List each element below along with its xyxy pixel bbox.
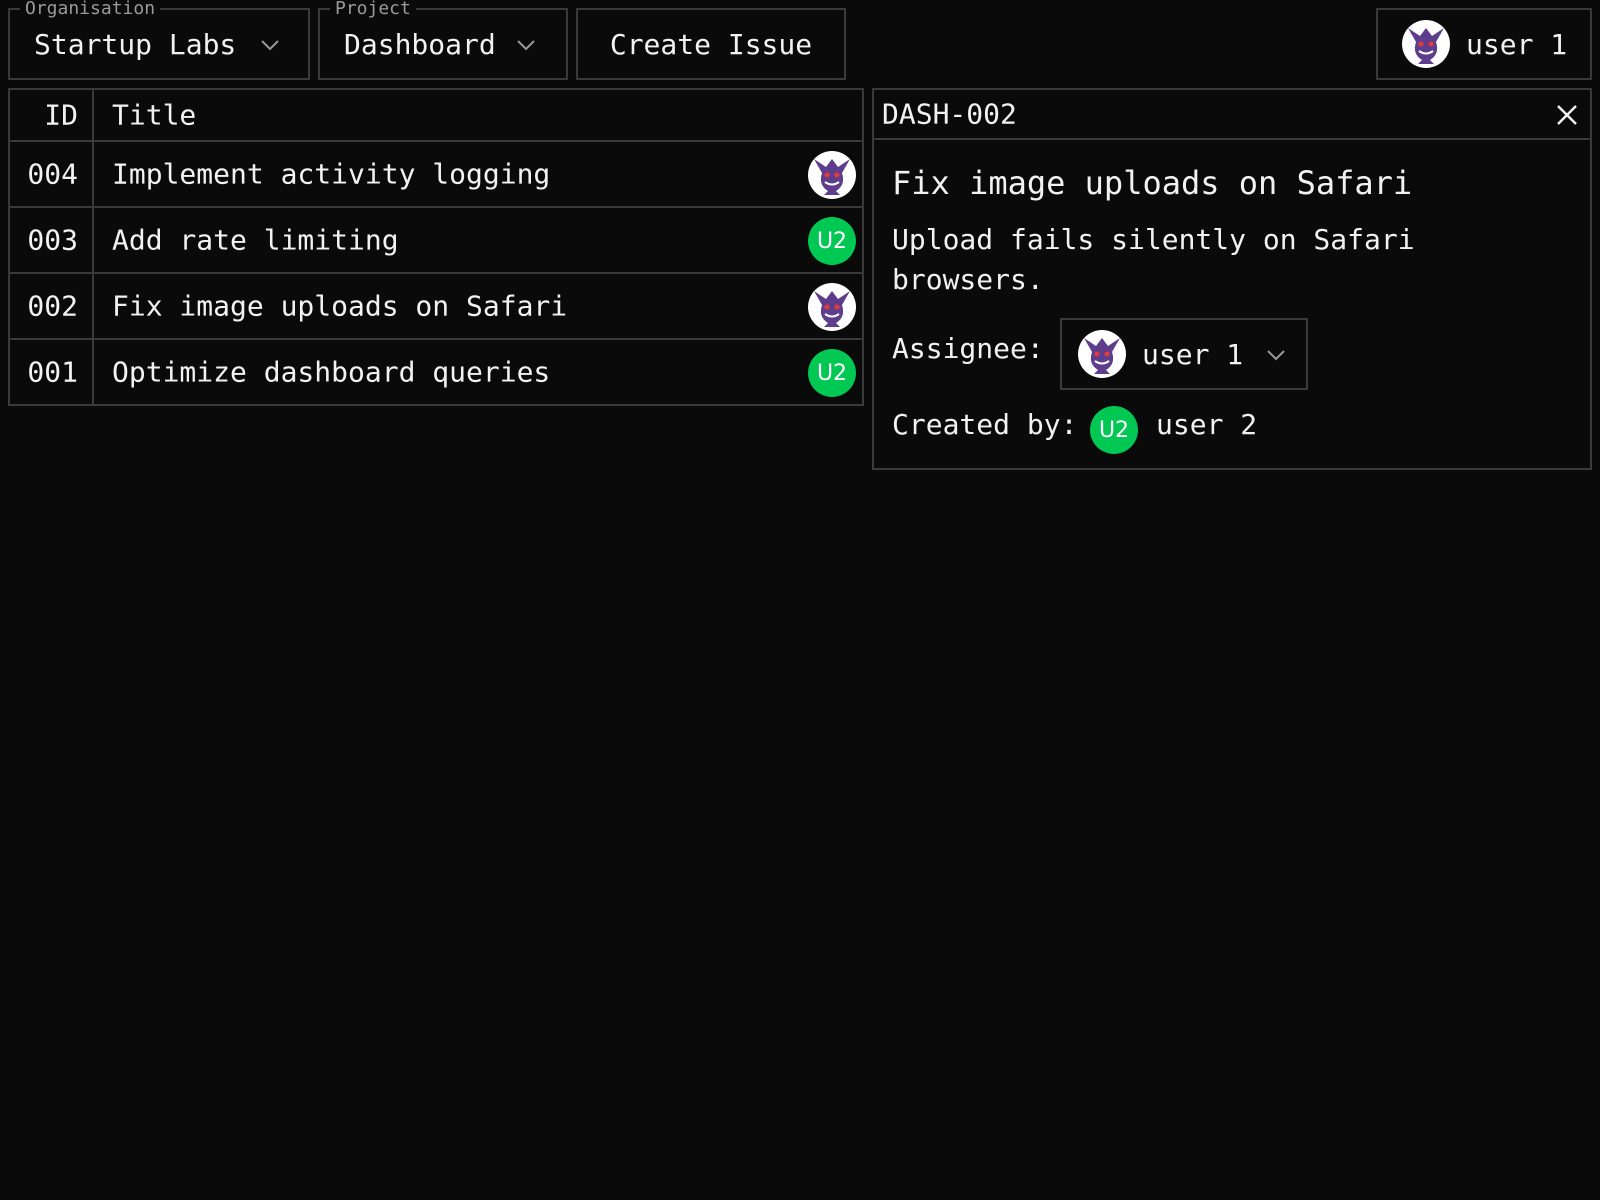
issue-id: 002 <box>27 289 78 323</box>
assignee-name: user 1 <box>1142 338 1244 371</box>
chevron-down-icon <box>261 40 279 51</box>
ghost-icon <box>814 291 850 327</box>
ghost-icon <box>1084 338 1120 374</box>
ghost-avatar <box>808 151 856 199</box>
created-by-label: Created by: <box>892 408 1078 441</box>
issue-id: 001 <box>27 355 78 389</box>
project-label: Project <box>330 0 416 18</box>
created-by-name: user 2 <box>1156 408 1258 441</box>
ghost-avatar <box>808 283 856 331</box>
table-row[interactable]: 003 Add rate limiting U2 <box>10 206 862 272</box>
u2-avatar: U2 <box>1090 406 1138 454</box>
issue-key: DASH-002 <box>882 97 1017 131</box>
u2-avatar: U2 <box>808 217 856 265</box>
issue-title: Implement activity logging <box>112 157 551 191</box>
current-user-name: user 1 <box>1466 28 1568 61</box>
table-header: ID Title <box>10 90 862 140</box>
create-issue-button[interactable]: Create Issue <box>576 8 846 80</box>
assignee-label: Assignee: <box>892 332 1044 365</box>
issue-id: 004 <box>27 157 78 191</box>
ghost-avatar <box>1078 330 1126 378</box>
issue-title: Optimize dashboard queries <box>112 355 551 389</box>
organisation-value: Startup Labs <box>34 28 237 61</box>
issue-id: 003 <box>27 223 78 257</box>
ghost-avatar <box>1402 20 1450 68</box>
id-column-header: ID <box>44 98 78 132</box>
u2-avatar: U2 <box>808 349 856 397</box>
panel-header: DASH-002 <box>874 90 1590 140</box>
table-row[interactable]: 004 Implement activity logging <box>10 140 862 206</box>
table-row[interactable]: 002 Fix image uploads on Safari <box>10 272 862 338</box>
issue-title: Add rate limiting <box>112 223 399 257</box>
issue-title: Fix image uploads on Safari <box>112 289 568 323</box>
close-icon[interactable] <box>1554 102 1580 128</box>
chevron-down-icon <box>1267 350 1285 361</box>
user-menu-button[interactable]: user 1 <box>1376 8 1592 80</box>
title-column-header: Title <box>112 98 197 132</box>
detail-description: Upload fails silently on Safari browsers… <box>892 223 1415 296</box>
issues-table: ID Title 004 Implement activity logging … <box>8 88 864 406</box>
table-row[interactable]: 001 Optimize dashboard queries U2 <box>10 338 862 404</box>
assignee-select[interactable]: user 1 <box>1060 318 1308 390</box>
ghost-icon <box>1408 28 1444 64</box>
project-select[interactable]: Project Dashboard <box>318 0 568 80</box>
create-issue-label: Create Issue <box>609 28 813 61</box>
organisation-label: Organisation <box>20 0 161 18</box>
project-value: Dashboard <box>344 28 496 61</box>
ghost-icon <box>814 159 850 195</box>
organisation-select[interactable]: Organisation Startup Labs <box>8 0 310 80</box>
chevron-down-icon <box>517 40 535 51</box>
issue-detail-panel: DASH-002 Fix image uploads on Safari Upl… <box>872 88 1592 470</box>
detail-title: Fix image uploads on Safari <box>892 164 1413 202</box>
